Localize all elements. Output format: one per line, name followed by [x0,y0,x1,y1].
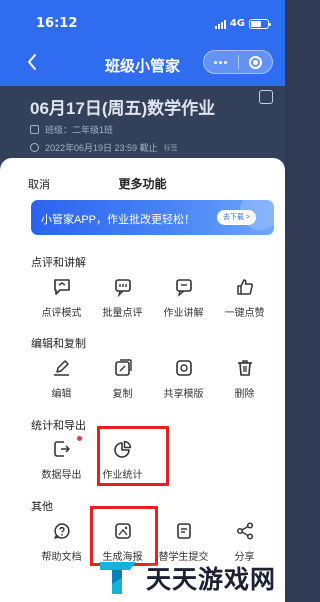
section-title-other: 其他 [31,501,53,513]
watermark-logo-icon [100,562,136,594]
share-template-label: 共享模版 [163,389,204,400]
batch-review-button[interactable]: 批量点评 [92,276,153,319]
new-badge [77,436,82,441]
batch-review-icon [112,276,134,298]
one-click-like-label: 一键点赞 [224,308,265,319]
section-title-edit: 编辑和复制 [31,338,86,350]
share-template-button[interactable]: 共享模版 [153,357,214,400]
trash-icon [234,357,256,379]
thumbs-up-icon [234,276,256,298]
delete-button[interactable]: 删除 [214,357,275,400]
class-label: 班级：二年级1班 [45,125,114,135]
sheet-header: 取消 更多功能 [0,176,285,196]
edit-icon [259,90,273,104]
help-docs-button[interactable]: 帮助文档 [31,520,92,563]
delete-label: 删除 [234,389,255,400]
pencil-icon [51,357,73,379]
more-menu-button[interactable] [204,51,238,73]
status-time: 16:12 [36,16,78,31]
status-bar: 16:12 4G [0,0,285,46]
section-title-review: 点评和讲解 [31,257,86,269]
watermark: 天天游戏网 [96,552,281,600]
deadline-label: 2022年06月19日 23:59 截止 [45,143,158,153]
review-mode-label: 点评模式 [41,308,82,319]
section-title-stats: 统计和导出 [31,420,86,432]
help-icon [51,520,73,542]
nav-bar: 班级小管家 [0,46,285,86]
class-info: 班级：二年级1班 [30,123,113,136]
edit-button[interactable]: 编辑 [31,357,92,400]
copy-button[interactable]: 复制 [92,357,153,400]
share-template-icon [173,357,195,379]
section-row-review: 点评模式 批量点评 作业讲解 一键点赞 [31,276,276,319]
deadline-info: 2022年06月19日 23:59 截止 标签 [30,141,178,154]
status-indicators: 4G [214,18,271,29]
export-icon [51,438,73,460]
data-export-button[interactable]: 数据导出 [31,438,92,481]
help-docs-label: 帮助文档 [41,552,82,563]
more-functions-sheet: 取消 更多功能 小管家APP，作业批改更轻松！ 去下载 > 点评和讲解 点评模式… [0,158,285,602]
highlight-box-stats [97,426,169,486]
download-button[interactable]: 去下载 > [216,210,256,225]
network-label: 4G [229,18,245,29]
submit-doc-icon [173,520,195,542]
copy-label: 复制 [112,389,133,400]
edit-label: 编辑 [51,389,72,400]
close-mini-program-button[interactable] [239,51,273,73]
homework-title: 06月17日(周五)数学作业 [30,99,216,118]
close-ring-icon [248,55,262,69]
data-export-label: 数据导出 [41,470,82,481]
battery-icon [249,18,271,29]
watermark-text: 天天游戏网 [146,566,277,594]
homework-explain-label: 作业讲解 [163,308,204,319]
sheet-title: 更多功能 [118,177,167,191]
homework-explain-button[interactable]: 作业讲解 [153,276,214,319]
section-row-edit: 编辑 复制 共享模版 删除 [31,357,276,400]
header-bar: 16:12 4G 班级小管家 [0,0,285,86]
banner-text: 小管家APP，作业批改更轻松！ [41,214,196,226]
mini-program-capsule [203,50,273,74]
batch-review-label: 批量点评 [102,308,143,319]
clock-icon [30,143,39,152]
share-icon [234,520,256,542]
background-page: 06月17日(周五)数学作业 班级：二年级1班 2022年06月19日 23:5… [0,86,285,166]
copy-icon [112,357,134,379]
class-icon [30,125,39,134]
one-click-like-button[interactable]: 一键点赞 [214,276,275,319]
review-mode-button[interactable]: 点评模式 [31,276,92,319]
signal-icon [214,19,226,29]
review-mode-icon [51,276,73,298]
explain-icon [173,276,195,298]
app-download-banner[interactable]: 小管家APP，作业批改更轻松！ 去下载 > [31,200,274,235]
tag-label: 标签 [163,144,178,152]
more-dots-icon [214,60,228,64]
